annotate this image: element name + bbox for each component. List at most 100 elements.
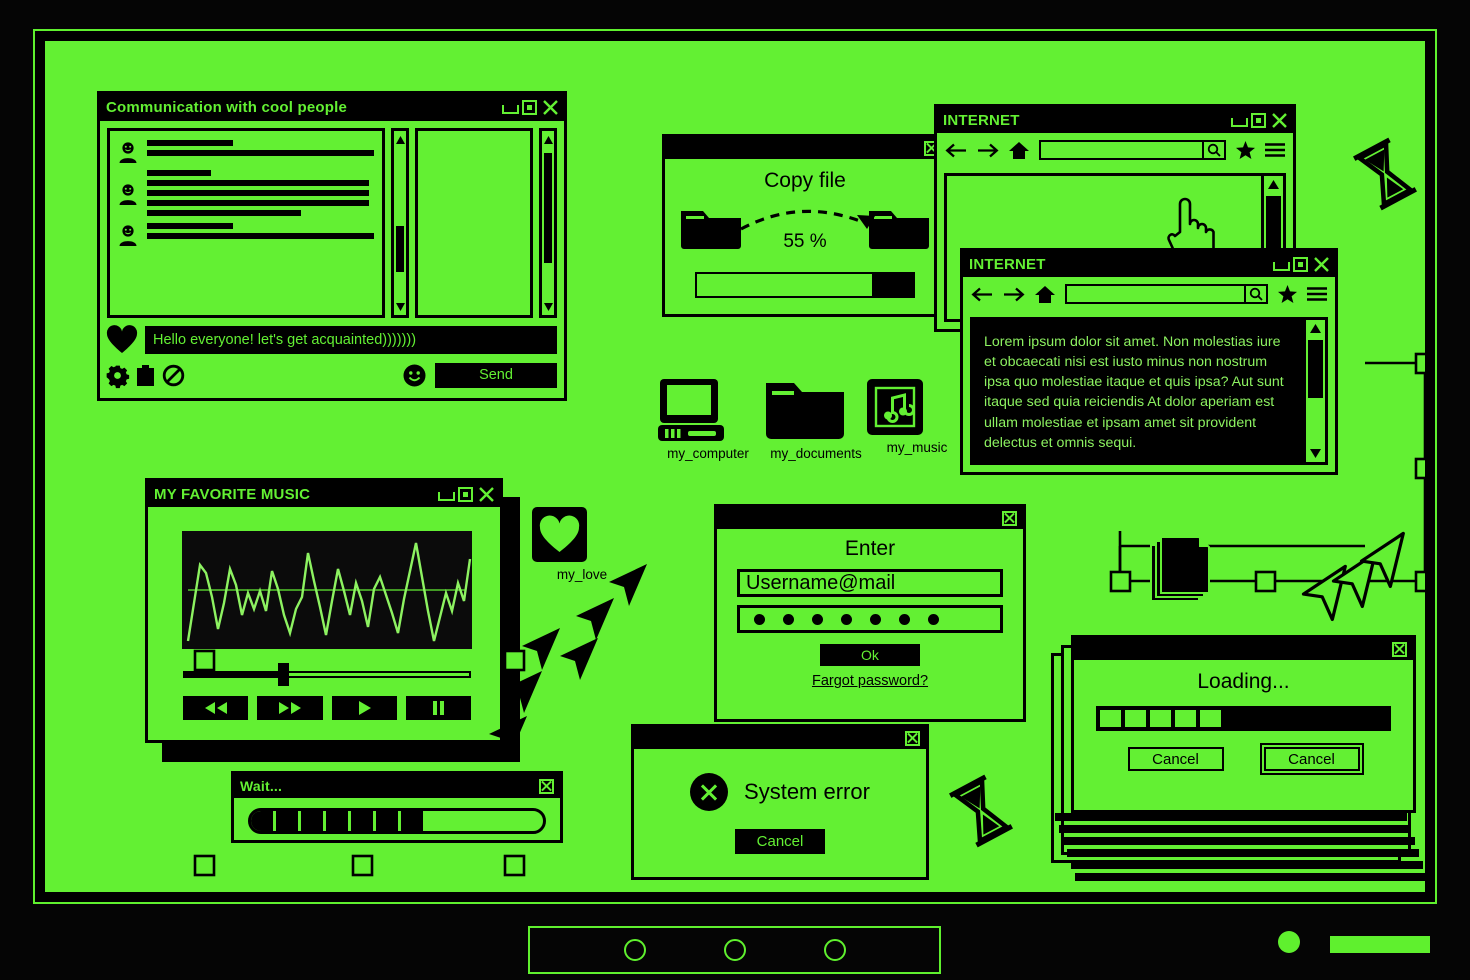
- hamburger-menu-icon[interactable]: [1307, 287, 1327, 301]
- close-icon[interactable]: [1392, 641, 1407, 657]
- system-error-dialog[interactable]: System error Cancel: [631, 724, 929, 880]
- star-icon[interactable]: [1236, 141, 1255, 159]
- loading-stack-edge: [1075, 873, 1425, 881]
- ok-button[interactable]: Ok: [820, 644, 920, 666]
- password-field[interactable]: [737, 605, 1003, 633]
- smiley-icon[interactable]: [403, 364, 426, 387]
- maximize-icon[interactable]: [1251, 112, 1266, 128]
- chat-message-input[interactable]: Hello everyone! let's get acquainted))))…: [145, 326, 557, 354]
- loading-cancel-button[interactable]: Cancel: [1127, 747, 1224, 771]
- gear-icon[interactable]: [106, 365, 130, 388]
- close-icon[interactable]: [479, 486, 494, 502]
- heart-icon[interactable]: [106, 324, 138, 354]
- desktop-icon-my-music[interactable]: my_music: [867, 379, 967, 455]
- maximize-icon[interactable]: [1293, 256, 1308, 272]
- scroll-up-icon[interactable]: [1306, 321, 1325, 336]
- device-button[interactable]: [623, 939, 646, 961]
- device-button[interactable]: [723, 939, 746, 961]
- chat-toolbar: Send: [106, 360, 557, 390]
- loading-cancel-button-focused[interactable]: Cancel: [1259, 743, 1364, 775]
- internet-front-viewport: Lorem ipsum dolor sit amet. Non molestia…: [970, 317, 1328, 465]
- maximize-icon[interactable]: [458, 486, 473, 502]
- audio-waveform: [182, 531, 472, 649]
- address-bar[interactable]: [1065, 284, 1268, 304]
- user-avatar: [118, 225, 138, 246]
- loading-stack-edge: [1059, 825, 1411, 833]
- home-icon[interactable]: [1035, 285, 1055, 303]
- chat-messages-scrollbar[interactable]: [391, 128, 409, 318]
- arrow-right-icon[interactable]: [1003, 287, 1025, 302]
- block-icon[interactable]: [162, 364, 185, 386]
- hamburger-menu-icon[interactable]: [1265, 143, 1285, 157]
- cursor-trail-arrow: [607, 562, 649, 608]
- close-icon[interactable]: [905, 730, 920, 746]
- desktop-icon-label: my_computer: [667, 446, 749, 461]
- chat-message: [118, 170, 374, 216]
- username-field[interactable]: Username@mail: [737, 569, 1003, 597]
- scroll-up-icon[interactable]: [394, 132, 406, 147]
- loading-dialog[interactable]: Loading... Cancel Cancel: [1071, 635, 1416, 813]
- forgot-password-link[interactable]: Fargot password?: [717, 673, 1023, 689]
- scroll-down-icon[interactable]: [1306, 446, 1325, 461]
- power-led: [1278, 931, 1300, 953]
- device-frame: Communication with cool people Hello eve…: [0, 0, 1470, 980]
- internet-front-nav-bar: [963, 277, 1335, 311]
- user-avatar: [118, 142, 138, 163]
- close-icon[interactable]: [1272, 112, 1287, 128]
- music-note-icon: [867, 379, 967, 435]
- chat-message: [118, 140, 374, 163]
- enter-login-dialog[interactable]: Enter Username@mail Ok Fargot password?: [714, 504, 1026, 722]
- copy-file-title-bar: [665, 137, 945, 159]
- desktop-icon-my-documents[interactable]: my_documents: [766, 379, 866, 461]
- scroll-down-icon[interactable]: [542, 299, 554, 314]
- minimize-icon[interactable]: [437, 487, 455, 502]
- copy-file-dialog[interactable]: Copy file 55 %: [662, 134, 948, 317]
- loading-stack-edge: [1055, 813, 1407, 821]
- chat-contacts-scrollbar[interactable]: [539, 128, 557, 318]
- folder-icon: [766, 379, 866, 441]
- loading-stack-edge: [1063, 837, 1415, 845]
- cursor-trail-arrow: [558, 636, 600, 682]
- system-error-content: System error: [634, 773, 926, 811]
- desktop-icon-my-computer[interactable]: my_computer: [658, 379, 758, 461]
- folder-icon: [681, 205, 741, 250]
- minimize-icon[interactable]: [1230, 113, 1248, 128]
- error-x-icon: [690, 773, 729, 811]
- minimize-icon[interactable]: [1272, 257, 1290, 272]
- enter-heading: Enter: [844, 537, 896, 560]
- send-button[interactable]: Send: [435, 362, 557, 388]
- search-icon[interactable]: [1202, 142, 1224, 158]
- system-error-cancel-button[interactable]: Cancel: [735, 829, 825, 854]
- hourglass-icon: [1346, 134, 1424, 213]
- chat-title-bar: Communication with cool people: [100, 94, 564, 121]
- system-error-message: System error: [744, 779, 870, 804]
- chat-message: [118, 223, 374, 246]
- scroll-thumb[interactable]: [544, 153, 552, 263]
- scroll-thumb[interactable]: [396, 226, 404, 272]
- minimize-icon[interactable]: [501, 100, 519, 115]
- chat-contacts-pane: [415, 128, 533, 318]
- arrow-right-icon[interactable]: [977, 143, 999, 158]
- device-button[interactable]: [823, 939, 846, 961]
- clipboard-icon[interactable]: [137, 364, 154, 386]
- close-icon[interactable]: [1314, 256, 1329, 272]
- star-icon[interactable]: [1278, 285, 1297, 303]
- close-icon[interactable]: [1002, 510, 1017, 526]
- scroll-down-icon[interactable]: [394, 299, 406, 314]
- chat-body: [107, 128, 557, 318]
- home-icon[interactable]: [1009, 141, 1029, 159]
- chat-window[interactable]: Communication with cool people Hello eve…: [97, 91, 567, 401]
- scroll-up-icon[interactable]: [1264, 177, 1283, 192]
- internet-window-front[interactable]: INTERNET Lorem ipsum dolor sit amet. Non…: [960, 248, 1338, 475]
- scroll-up-icon[interactable]: [542, 132, 554, 147]
- arrow-left-icon[interactable]: [945, 143, 967, 158]
- maximize-icon[interactable]: [522, 100, 537, 115]
- search-icon[interactable]: [1244, 286, 1266, 302]
- internet-front-scrollbar[interactable]: [1303, 320, 1325, 462]
- scroll-thumb[interactable]: [1308, 340, 1323, 398]
- system-error-title-bar: [634, 727, 926, 749]
- close-icon[interactable]: [543, 100, 558, 115]
- arrow-left-icon[interactable]: [971, 287, 993, 302]
- address-bar[interactable]: [1039, 140, 1226, 160]
- documents-stack-icon: [1150, 535, 1215, 605]
